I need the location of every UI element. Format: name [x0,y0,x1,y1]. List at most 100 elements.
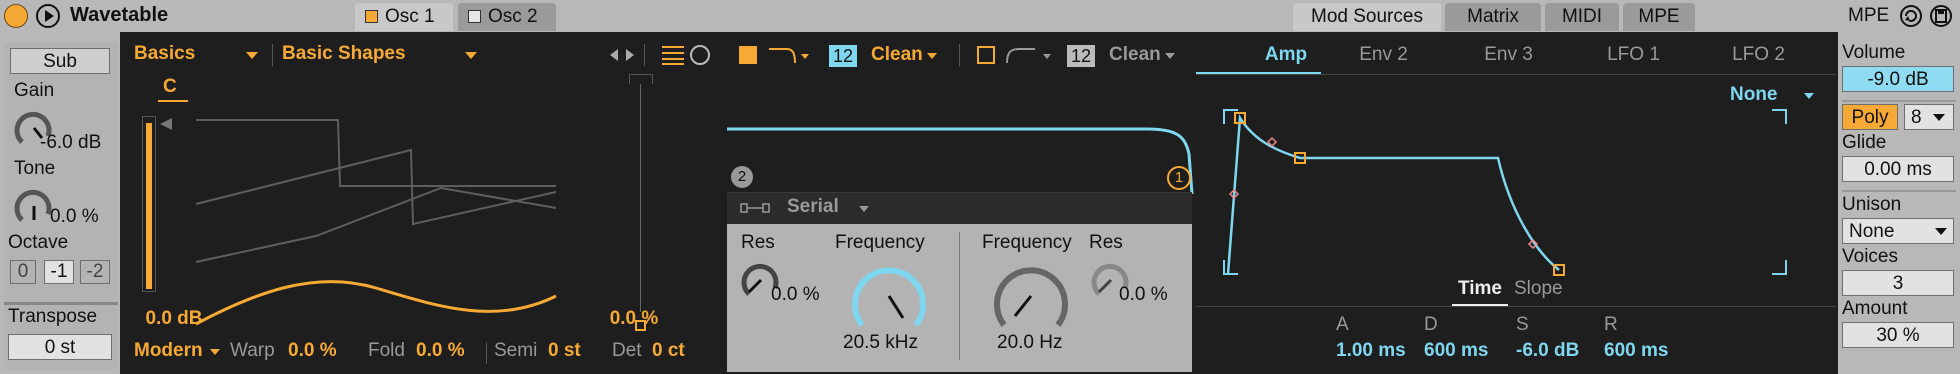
tab-osc-2-label: Osc 2 [488,6,538,27]
volume-field[interactable]: -9.0 dB [1842,66,1954,92]
filter-1-circuit-menu[interactable]: Clean [871,44,923,66]
hot-swap-icon[interactable] [1900,5,1922,27]
filter-1-freq-knob[interactable] [847,254,931,338]
pitch-underline [158,100,188,102]
transpose-label: Transpose [8,306,98,327]
osc-gain-meter[interactable] [142,116,156,292]
tab-matrix[interactable]: Matrix [1445,3,1541,31]
time-mode-button[interactable]: Time [1458,278,1502,300]
osc-1-enabled-checkbox[interactable] [365,10,378,23]
transpose-field[interactable]: 0 st [8,334,112,360]
list-view-icon[interactable] [662,45,684,65]
lowpass-icon[interactable] [1006,46,1053,66]
filter-1-freq-label: Frequency [835,232,925,253]
chevron-down-icon [465,52,477,59]
tab-osc-2[interactable]: Osc 2 [458,3,556,31]
wavetable-category-menu[interactable]: Basics [134,43,195,65]
prev-wavetable-icon[interactable] [610,49,620,61]
unison-mode-value: None [1849,221,1895,242]
slope-mode-button[interactable]: Slope [1514,278,1563,300]
octave-option-0[interactable]: 0 [10,260,36,284]
attack-value[interactable]: 1.00 ms [1336,340,1406,362]
filter-1-enabled-checkbox[interactable] [739,46,757,64]
tab-env-3[interactable]: Env 3 [1446,44,1571,66]
unison-voices-field[interactable]: 3 [1842,270,1954,296]
serial-routing-icon [740,203,770,213]
sustain-label: S [1516,314,1529,335]
warp-value[interactable]: 0.0 % [288,340,337,362]
fold-value[interactable]: 0.0 % [416,340,465,362]
filter-2-res-label: Res [1089,232,1123,253]
chevron-down-icon [1933,114,1945,121]
filter-2-res-value: 0.0 % [1119,284,1168,305]
tab-osc-1[interactable]: Osc 1 [355,3,453,31]
wavetable-position-slider[interactable] [627,74,655,332]
sub-gain-value: -6.0 dB [40,132,102,153]
filter-1-marker[interactable]: 1 [1167,166,1191,190]
volume-label: Volume [1842,42,1906,63]
menu-divider [272,44,273,66]
decay-value[interactable]: 600 ms [1424,340,1488,362]
view-divider [644,44,645,66]
mpe-label: MPE [1848,5,1890,26]
effect-mode-menu[interactable]: Modern [134,340,203,362]
mod-destination-menu[interactable]: None [1730,84,1778,106]
osc-gain-fill [146,123,152,289]
tab-lfo-1[interactable]: LFO 1 [1571,44,1696,66]
tab-mpe[interactable]: MPE [1623,3,1695,31]
osc-2-enabled-checkbox[interactable] [468,10,481,23]
poly-voices-select[interactable]: 8 [1904,104,1954,130]
decay-label: D [1424,314,1438,335]
fold-label: Fold [368,340,405,361]
adsr-divider [1196,306,1836,307]
tab-mod-sources[interactable]: Mod Sources [1293,3,1441,31]
chevron-down-icon [210,349,220,355]
poly-toggle-button[interactable]: Poly [1842,104,1898,130]
tab-lfo-2[interactable]: LFO 2 [1696,44,1821,66]
save-preset-icon[interactable] [1930,5,1952,27]
semi-value[interactable]: 0 st [548,340,581,362]
chevron-down-icon [927,53,937,59]
filter-2-marker[interactable]: 2 [731,166,753,188]
chevron-down-icon [859,206,869,212]
chevron-down-icon [1165,53,1175,59]
sustain-value[interactable]: -6.0 dB [1516,340,1579,362]
next-wavetable-icon[interactable] [626,49,636,61]
routing-menu[interactable]: Serial [787,196,839,218]
chevron-down-icon [246,52,258,59]
sub-tone-knob[interactable] [14,184,54,224]
octave-option-minus2[interactable]: -2 [80,260,110,284]
3d-view-icon[interactable] [690,45,710,65]
filter-2-circuit-menu[interactable]: Clean [1109,44,1161,66]
glide-label: Glide [1842,132,1887,153]
section-divider [1842,100,1956,102]
wavetable-display[interactable] [195,74,576,326]
release-value[interactable]: 600 ms [1604,340,1668,362]
filter-1-res-label: Res [741,232,775,253]
tab-midi[interactable]: MIDI [1545,3,1619,31]
filter-section-divider [959,232,960,360]
lowpass-icon[interactable] [769,46,809,66]
det-value[interactable]: 0 ct [652,340,685,362]
filter-1-res-value: 0.0 % [771,284,820,305]
tab-env-2[interactable]: Env 2 [1321,44,1446,66]
filter-panel: 12 Clean 12 Clean 2 1 Serial Res 0.0 % F… [727,34,1194,372]
filter-2-slope[interactable]: 12 [1067,45,1095,67]
octave-option-minus1[interactable]: -1 [44,260,74,284]
position-value: 0.0 % [609,308,659,329]
wavetable-menu[interactable]: Basic Shapes [282,43,406,65]
filter-1-slope[interactable]: 12 [829,45,857,67]
envelope-display[interactable] [1223,109,1804,280]
semi-label: Semi [494,340,538,361]
play-icon[interactable] [36,4,60,28]
filter-response-display[interactable] [727,74,1194,195]
device-activator-button[interactable] [4,4,28,28]
unison-mode-select[interactable]: None [1842,218,1954,244]
unison-label: Unison [1842,194,1902,215]
sub-toggle-button[interactable]: Sub [10,48,110,74]
filter-2-enabled-checkbox[interactable] [977,46,995,64]
glide-field[interactable]: 0.00 ms [1842,156,1954,182]
unison-amount-field[interactable]: 30 % [1842,322,1954,348]
filter-2-freq-knob[interactable] [989,254,1073,338]
sub-gain-label: Gain [14,80,55,101]
